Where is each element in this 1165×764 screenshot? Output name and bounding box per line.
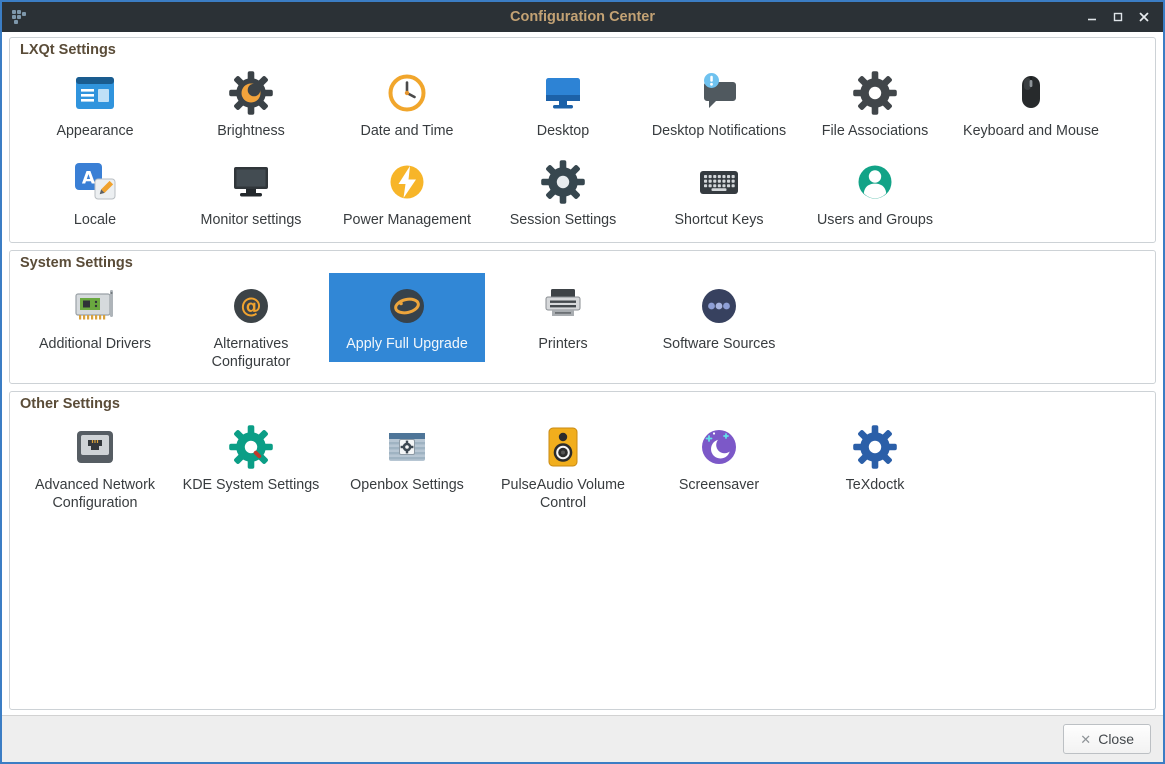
settings-item-label: Desktop Notifications [651,123,787,139]
settings-item-label: Users and Groups [816,211,933,228]
settings-section: LXQt Settings Appearance Brightness Date… [9,37,1156,243]
settings-item-label: Desktop [536,123,590,139]
settings-item-label: Additional Drivers [38,335,152,352]
settings-item-file-associations[interactable]: File Associations [797,60,953,149]
desktop-notifications-icon [695,69,743,117]
svg-text:A: A [82,168,96,188]
titlebar[interactable]: Configuration Center [2,2,1163,32]
appearance-icon [71,69,119,117]
settings-item-label: Power Management [343,211,471,228]
settings-item-additional-drivers[interactable]: Additional Drivers [17,273,173,362]
settings-section: System Settings Additional Drivers @ Alt… [9,249,1156,385]
settings-item-alternatives-configurator[interactable]: @ Alternatives Configurator [173,273,329,380]
software-sources-icon [695,282,743,330]
pulseaudio-icon [539,423,587,471]
shortcut-keys-icon [695,158,743,206]
screensaver-icon [695,423,743,471]
settings-item-openbox-settings[interactable]: Openbox Settings [329,414,485,503]
file-associations-icon [851,69,899,117]
footer: ✕ Close [2,715,1163,762]
settings-item-label: KDE System Settings [182,477,320,494]
settings-item-label: Shortcut Keys [674,211,764,228]
settings-item-label: Openbox Settings [350,477,464,494]
close-icon[interactable] [1134,8,1153,27]
settings-item-software-sources[interactable]: Software Sources [641,273,797,362]
settings-item-label: PulseAudio Volume Control [501,477,625,512]
settings-section: Other Settings Advanced Network Configur… [9,391,1156,710]
lxqt-config-app-icon [11,9,27,25]
window-title: Configuration Center [510,9,655,25]
settings-item-desktop[interactable]: Desktop [485,60,641,149]
settings-item-shortcut-keys[interactable]: Shortcut Keys [641,149,797,238]
settings-item-users-and-groups[interactable]: Users and Groups [797,149,953,238]
settings-item-appearance[interactable]: Appearance [17,60,173,149]
section-title: LXQt Settings [20,42,116,58]
settings-item-label: Date and Time [360,123,454,139]
brightness-icon [227,69,275,117]
settings-item-apply-full-upgrade[interactable]: Apply Full Upgrade [329,272,485,362]
settings-item-monitor-settings[interactable]: Monitor settings [173,149,329,238]
settings-item-label: Screensaver [678,477,760,494]
printers-icon [539,282,587,330]
settings-item-screensaver[interactable]: Screensaver [641,414,797,503]
settings-item-label: File Associations [821,123,929,139]
openbox-settings-icon [383,423,431,471]
section-items: Appearance Brightness Date and Time Desk… [14,60,1151,238]
settings-item-printers[interactable]: Printers [485,273,641,362]
section-title: System Settings [20,254,133,271]
settings-item-locale[interactable]: A Locale [17,149,173,238]
section-items: Advanced Network Configuration KDE Syste… [14,414,1151,521]
users-groups-icon [851,158,899,206]
settings-item-advanced-network-configuration[interactable]: Advanced Network Configuration [17,414,173,521]
settings-item-label: Printers [538,335,588,352]
settings-item-label: Brightness [217,123,285,139]
settings-item-power-management[interactable]: Power Management [329,149,485,238]
desktop-icon [539,69,587,117]
settings-item-session-settings[interactable]: Session Settings [485,149,641,238]
datetime-icon [383,69,431,117]
minimize-icon[interactable] [1082,8,1101,27]
settings-item-keyboard-and-mouse[interactable]: Keyboard and Mouse [953,60,1109,149]
settings-item-label: Session Settings [509,211,617,228]
settings-item-label: Alternatives Configurator [211,335,291,370]
settings-item-label: Appearance [56,123,134,139]
settings-item-pulseaudio-volume-control[interactable]: PulseAudio Volume Control [485,414,641,521]
settings-item-label: Keyboard and Mouse [963,123,1099,139]
window-controls [1082,8,1163,27]
settings-item-desktop-notifications[interactable]: Desktop Notifications [641,60,797,149]
settings-item-label: Advanced Network Configuration [35,477,155,512]
configuration-center-window: Configuration Center LXQt Settings Appea… [0,0,1165,764]
settings-item-label: TeXdoctk [845,477,905,494]
alternatives-configurator-icon: @ [227,282,275,330]
locale-icon: A [71,158,119,206]
footer-close-button[interactable]: ✕ Close [1063,724,1151,754]
texdoctk-icon [851,423,899,471]
settings-item-texdoctk[interactable]: TeXdoctk [797,414,953,503]
power-management-icon [383,158,431,206]
maximize-icon[interactable] [1108,8,1127,27]
settings-item-brightness[interactable]: Brightness [173,60,329,149]
additional-drivers-icon [71,282,119,330]
section-title: Other Settings [20,396,120,413]
advanced-network-icon [71,423,119,471]
settings-item-label: Software Sources [662,335,776,352]
settings-item-date-and-time[interactable]: Date and Time [329,60,485,149]
monitor-settings-icon [227,158,275,206]
keyboard-mouse-icon [1007,69,1055,117]
section-items: Additional Drivers @ Alternatives Config… [14,272,1151,380]
main-content: LXQt Settings Appearance Brightness Date… [2,32,1163,715]
settings-item-label: Locale [73,211,117,228]
settings-item-kde-system-settings[interactable]: KDE System Settings [173,414,329,503]
svg-text:@: @ [241,294,262,318]
kde-system-settings-icon [227,423,275,471]
settings-item-label: Monitor settings [200,211,302,228]
apply-full-upgrade-icon [383,282,431,330]
session-settings-icon [539,158,587,206]
settings-item-label: Apply Full Upgrade [346,335,468,352]
close-button-label: Close [1098,731,1134,747]
close-x-icon: ✕ [1080,731,1092,747]
